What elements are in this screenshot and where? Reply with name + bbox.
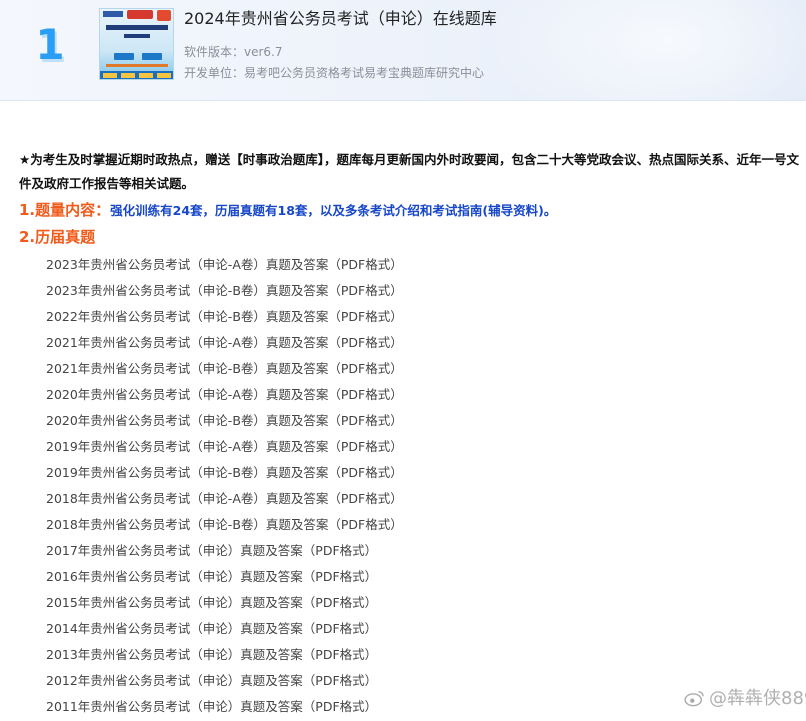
list-item: 2023年贵州省公务员考试（申论-B卷）真题及答案（PDF格式）: [46, 283, 403, 298]
rank-number: 1: [35, 20, 65, 69]
cover-button-right: [142, 53, 162, 60]
list-item: 2020年贵州省公务员考试（申论-B卷）真题及答案（PDF格式）: [46, 413, 403, 428]
list-item: 2020年贵州省公务员考试（申论-A卷）真题及答案（PDF格式）: [46, 387, 403, 402]
product-header: 1 2024年贵州省公务员考试（申论）在线题库 软件版本：ver6.7 开发单位…: [0, 0, 806, 101]
section-count-text: 强化训练有24套，历届真题有18套，以及多条考试介绍和考试指南(辅导资料)。: [110, 203, 557, 218]
list-item: 2015年贵州省公务员考试（申论）真题及答案（PDF格式）: [46, 595, 378, 610]
software-version: 软件版本：ver6.7: [184, 45, 283, 59]
weibo-icon: [684, 690, 704, 707]
section-question-count: 1.题量内容：强化训练有24套，历届真题有18套，以及多条考试介绍和考试指南(辅…: [19, 199, 556, 222]
past-papers-list: 2023年贵州省公务员考试（申论-A卷）真题及答案（PDF格式） 2023年贵州…: [46, 252, 403, 720]
intro-note: ★为考生及时掌握近期时政热点，赠送【时事政治题库】，题库每月更新国内外时政要闻，…: [19, 152, 799, 191]
watermark: @犇犇侠889: [684, 686, 806, 712]
cover-title-strip: [106, 25, 168, 30]
list-item: 2017年贵州省公务员考试（申论）真题及答案（PDF格式）: [46, 543, 378, 558]
product-title[interactable]: 2024年贵州省公务员考试（申论）在线题库: [184, 8, 497, 30]
list-item: 2016年贵州省公务员考试（申论）真题及答案（PDF格式）: [46, 569, 378, 584]
list-item: 2013年贵州省公务员考试（申论）真题及答案（PDF格式）: [46, 647, 378, 662]
list-item: 2019年贵州省公务员考试（申论-A卷）真题及答案（PDF格式）: [46, 439, 403, 454]
developer-info: 开发单位：易考吧公务员资格考试易考宝典题库研究中心: [184, 66, 485, 80]
cover-badge: [127, 10, 153, 19]
header-decoration: [486, 0, 806, 100]
cover-bottom-bar: [100, 71, 173, 79]
list-item: 2021年贵州省公务员考试（申论-B卷）真题及答案（PDF格式）: [46, 361, 403, 376]
section-heading-papers: 2.历届真题: [19, 228, 96, 246]
cover-logo: [103, 11, 123, 17]
list-item: 2022年贵州省公务员考试（申论-B卷）真题及答案（PDF格式）: [46, 309, 403, 324]
cover-subtitle-strip: [124, 34, 150, 38]
section-past-papers: 2.历届真题: [19, 226, 95, 248]
list-item: 2019年贵州省公务员考试（申论-B卷）真题及答案（PDF格式）: [46, 465, 403, 480]
cover-button-left: [114, 53, 134, 60]
list-item: 2014年贵州省公务员考试（申论）真题及答案（PDF格式）: [46, 621, 378, 636]
list-item: 2023年贵州省公务员考试（申论-A卷）真题及答案（PDF格式）: [46, 257, 403, 272]
cover-seal: [157, 10, 171, 21]
list-item: 2012年贵州省公务员考试（申论）真题及答案（PDF格式）: [46, 673, 378, 688]
list-item: 2011年贵州省公务员考试（申论）真题及答案（PDF格式）: [46, 699, 378, 714]
cover-tagline-strip: [106, 64, 168, 67]
list-item: 2021年贵州省公务员考试（申论-A卷）真题及答案（PDF格式）: [46, 335, 403, 350]
list-item: 2018年贵州省公务员考试（申论-A卷）真题及答案（PDF格式）: [46, 491, 403, 506]
list-item: 2018年贵州省公务员考试（申论-B卷）真题及答案（PDF格式）: [46, 517, 403, 532]
watermark-text: @犇犇侠889: [709, 688, 806, 709]
book-cover-thumbnail[interactable]: [99, 8, 174, 80]
section-heading-count: 1.题量内容：: [19, 201, 111, 219]
